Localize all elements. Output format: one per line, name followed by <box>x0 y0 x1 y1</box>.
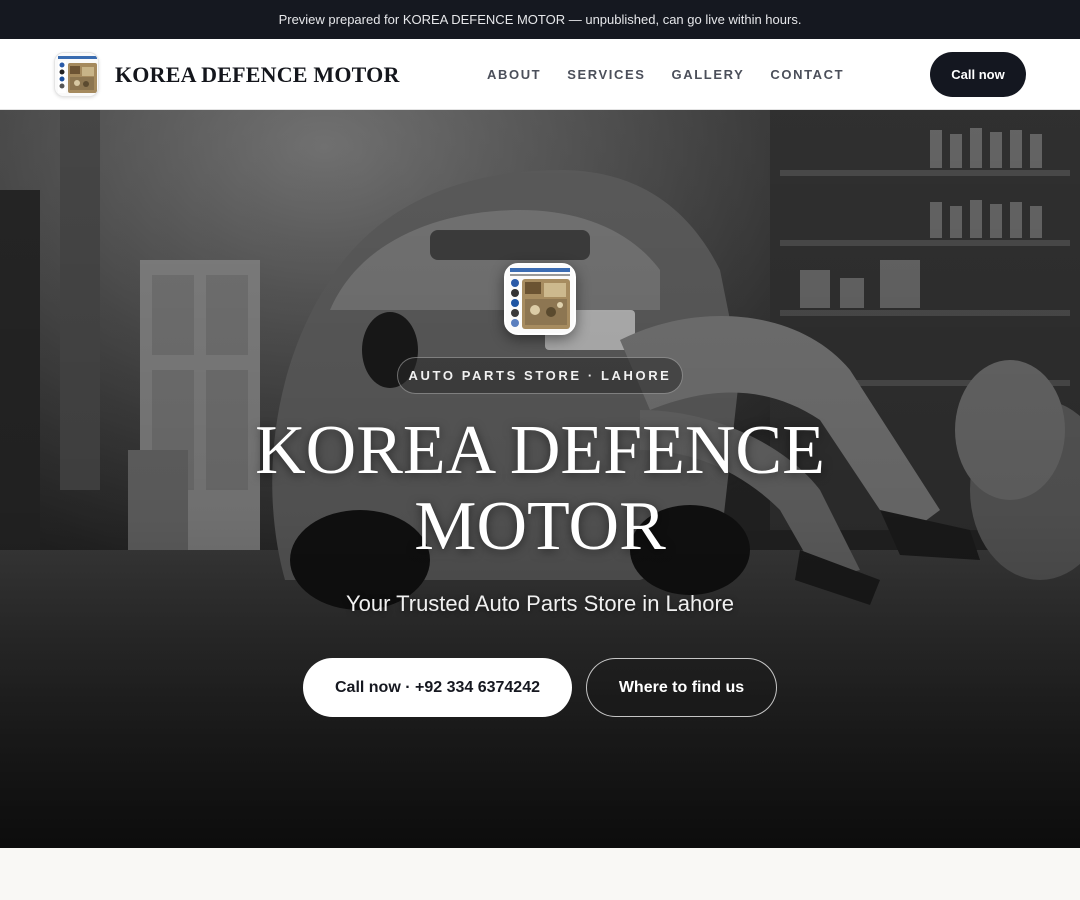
hero-eyebrow-badge: AUTO PARTS STORE · LAHORE <box>397 357 683 394</box>
next-section <box>0 848 1080 900</box>
nav-link-services[interactable]: SERVICES <box>567 67 645 82</box>
business-logo <box>54 52 99 97</box>
hero-title-line-2: MOTOR <box>414 488 666 565</box>
brand[interactable]: KOREA DEFENCE MOTOR <box>54 52 400 97</box>
hero-subtitle: Your Trusted Auto Parts Store in Lahore <box>345 591 735 616</box>
hero-content: AUTO PARTS STORE · LAHORE KOREA DEFENCE … <box>0 110 1080 848</box>
site-header: KOREA DEFENCE MOTOR ABOUT SERVICES GALLE… <box>0 39 1080 110</box>
hero-section: AUTO PARTS STORE · LAHORE KOREA DEFENCE … <box>0 110 1080 848</box>
brand-name: KOREA DEFENCE MOTOR <box>115 61 400 87</box>
main-nav: ABOUT SERVICES GALLERY CONTACT <box>487 39 870 109</box>
preview-banner-text: Preview prepared for KOREA DEFENCE MOTOR… <box>278 12 802 27</box>
nav-link-gallery[interactable]: GALLERY <box>672 67 745 82</box>
header-call-button[interactable]: Call now <box>930 52 1026 97</box>
hero-title: KOREA DEFENCE MOTOR <box>140 413 940 565</box>
nav-link-about[interactable]: ABOUT <box>487 67 541 82</box>
preview-banner: Preview prepared for KOREA DEFENCE MOTOR… <box>0 0 1080 39</box>
hero-logo <box>504 263 576 335</box>
call-now-phone-button[interactable]: Call now · +92 334 6374242 <box>303 658 572 717</box>
hero-eyebrow-text: AUTO PARTS STORE · LAHORE <box>408 368 672 383</box>
hero-title-line-1: KOREA DEFENCE <box>255 412 825 489</box>
nav-link-contact[interactable]: CONTACT <box>770 67 844 82</box>
where-to-find-us-button[interactable]: Where to find us <box>586 658 777 717</box>
